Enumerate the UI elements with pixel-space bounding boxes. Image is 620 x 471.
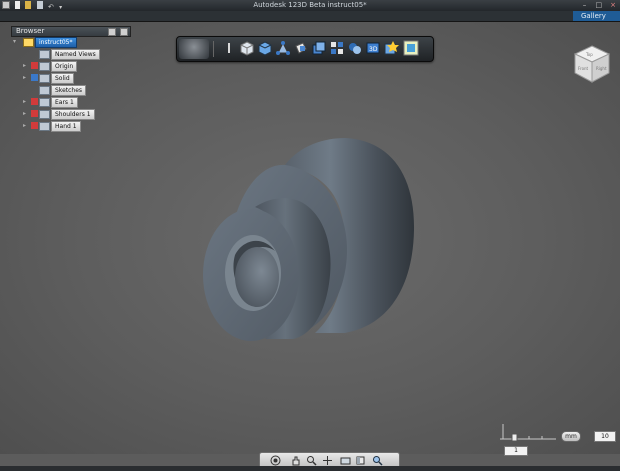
folder-icon	[39, 86, 50, 95]
tree-node-solid[interactable]: ▸ Solid	[23, 73, 123, 84]
browser-panel-header: Browser	[11, 26, 131, 37]
window-title: Autodesk 123D Beta instruct05*	[253, 1, 367, 9]
expand-icon[interactable]: ▸	[23, 122, 29, 130]
browser-close-icon[interactable]	[120, 28, 128, 36]
tree-node-origin[interactable]: ▸ Origin	[23, 61, 123, 72]
look-at-icon[interactable]	[322, 455, 333, 466]
tree-node-sketches[interactable]: Sketches	[23, 85, 123, 96]
grouping-icon[interactable]	[329, 40, 345, 56]
3d-model[interactable]	[195, 135, 420, 345]
orbit-icon[interactable]	[270, 455, 281, 466]
visibility-off-icon[interactable]	[31, 122, 38, 129]
svg-text:3D: 3D	[369, 46, 378, 53]
tree-node-label: Named Views	[51, 49, 100, 60]
tree-node-ears[interactable]: ▸ Ears 1	[23, 97, 123, 108]
pan-icon[interactable]	[290, 455, 301, 466]
pattern-icon[interactable]	[311, 40, 327, 56]
ribbon-bar: Gallery	[0, 11, 620, 22]
visibility-off-icon[interactable]	[31, 62, 38, 69]
info-icon[interactable]	[221, 40, 237, 56]
tree-node-label: Hand 1	[51, 121, 81, 132]
tree-node-root[interactable]: ▾ instruct05*	[13, 37, 123, 48]
tree-node-named-views[interactable]: Named Views	[23, 49, 123, 60]
expand-icon[interactable]: ▸	[23, 110, 29, 118]
folder-icon	[39, 74, 50, 83]
home-view-icon[interactable]	[179, 39, 209, 59]
grid-size-value: 10	[601, 433, 609, 440]
zoom-fit-icon[interactable]	[372, 455, 383, 466]
gallery-tab[interactable]: Gallery	[573, 11, 620, 21]
close-button[interactable]: ×	[608, 1, 618, 9]
browser-pin-icon[interactable]	[107, 28, 116, 36]
units-button[interactable]: mm	[561, 431, 581, 442]
collapse-icon[interactable]: ▾	[13, 38, 19, 46]
tree-node-label: Shoulders 1	[51, 109, 95, 120]
toolbar-separator	[213, 41, 214, 57]
folder-icon	[39, 122, 50, 131]
expand-icon[interactable]: ▸	[23, 62, 29, 70]
construct-icon[interactable]	[275, 40, 291, 56]
viewcube-face-front[interactable]: Front	[578, 66, 589, 71]
scale-field[interactable]: 1	[504, 446, 528, 456]
folder-icon	[39, 98, 50, 107]
folder-icon	[39, 50, 50, 59]
browser-title: Browser	[16, 27, 45, 35]
tree-node-label: instruct05*	[35, 37, 77, 48]
gallery-label: Gallery	[581, 12, 606, 20]
restore-button[interactable]: □	[594, 1, 604, 9]
viewcube[interactable]: Top Front Right	[572, 44, 612, 84]
sketch-icon[interactable]	[257, 40, 273, 56]
tree-node-label: Sketches	[51, 85, 87, 96]
unit-label: mm	[565, 433, 577, 440]
grid-units-control: mm 10 1	[498, 422, 616, 456]
expand-icon[interactable]: ▸	[23, 98, 29, 106]
tree-node-shoulders[interactable]: ▸ Shoulders 1	[23, 109, 123, 120]
grid-size-field[interactable]: 10	[594, 431, 616, 442]
window-controls: – □ ×	[578, 1, 618, 9]
viewcube-face-right[interactable]: Right	[596, 66, 607, 71]
zoom-icon[interactable]	[306, 455, 317, 466]
folder-icon	[39, 110, 50, 119]
3d-print-icon[interactable]: 3D	[365, 40, 381, 56]
modify-icon[interactable]	[293, 40, 309, 56]
primitives-icon[interactable]	[239, 40, 255, 56]
tree-node-hand[interactable]: ▸ Hand 1	[23, 121, 123, 132]
combine-icon[interactable]	[347, 40, 363, 56]
folder-icon	[39, 62, 50, 71]
visual-style-icon[interactable]	[355, 455, 366, 466]
expand-icon[interactable]: ▸	[23, 74, 29, 82]
status-bar	[0, 466, 620, 471]
viewcube-face-top[interactable]: Top	[585, 52, 593, 57]
minimize-button[interactable]: –	[580, 1, 590, 9]
materials-icon[interactable]	[383, 40, 399, 56]
tree-node-label: Ears 1	[51, 97, 78, 108]
visibility-on-icon[interactable]	[31, 74, 38, 81]
component-icon	[23, 38, 34, 47]
scale-value: 1	[514, 447, 518, 454]
tree-node-label: Origin	[51, 61, 78, 72]
display-mode-icon[interactable]	[340, 455, 351, 466]
main-toolbar: 3D	[176, 36, 434, 62]
visibility-off-icon[interactable]	[31, 110, 38, 117]
tree-node-label: Solid	[51, 73, 74, 84]
snap-icon[interactable]	[403, 40, 419, 56]
visibility-off-icon[interactable]	[31, 98, 38, 105]
